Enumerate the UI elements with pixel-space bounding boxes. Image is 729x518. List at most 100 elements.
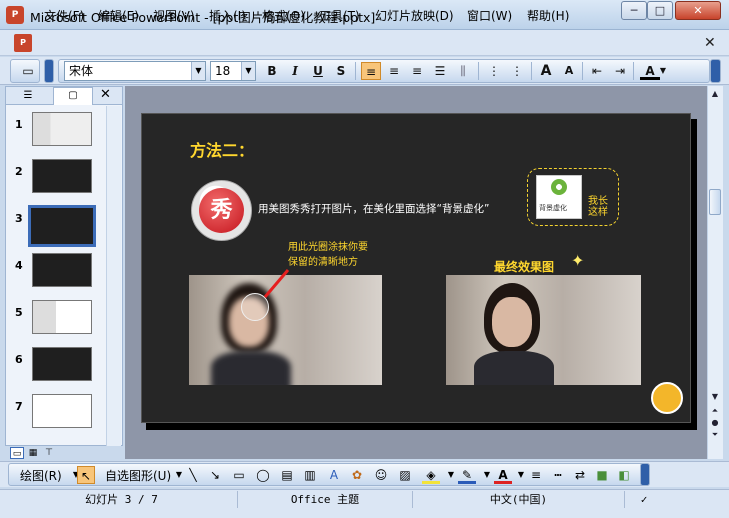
vertical-scrollbar[interactable] (707, 86, 723, 459)
menu-edit[interactable]: 编辑(E) (98, 7, 139, 24)
align-left-icon[interactable]: ≡ (361, 62, 381, 80)
align-center-icon[interactable]: ≡ (384, 62, 404, 80)
clipart-icon[interactable]: ☺ (372, 466, 390, 484)
shadow-style-icon[interactable]: ■ (593, 466, 611, 484)
instruction-text: 用美图秀秀打开图片，在美化里面选择“背景虚化” (258, 203, 490, 215)
font-size-select[interactable]: 18 ▼ (210, 61, 256, 81)
slide-thumbnail-7[interactable] (32, 394, 92, 428)
scroll-up-icon[interactable]: ▲ (709, 89, 721, 98)
chevron-down-icon[interactable]: ▼ (658, 62, 668, 80)
bold-button[interactable]: B (262, 62, 282, 80)
document-icon[interactable]: P (14, 34, 32, 52)
next-slide-icon[interactable]: ⏷ (709, 430, 721, 440)
menu-help[interactable]: 帮助(H) (527, 7, 569, 24)
bullets-icon[interactable]: ⋮ (507, 62, 527, 80)
powerpoint-app-icon[interactable]: P (6, 6, 24, 24)
previous-slide-icon[interactable]: ⏶ (709, 406, 721, 416)
dash-style-icon[interactable]: ┅ (549, 466, 567, 484)
vertical-textbox-icon[interactable]: ▥ (301, 466, 319, 484)
slide-thumbnail-5[interactable] (32, 300, 92, 334)
rectangle-tool-icon[interactable]: ▭ (230, 466, 248, 484)
slide-thumbnail-2[interactable] (32, 159, 92, 193)
close-panel-icon[interactable]: ✕ (100, 87, 111, 102)
slides-tab-icon[interactable]: ▢ (53, 87, 93, 105)
line-style-icon[interactable]: ≡ (527, 466, 545, 484)
spellcheck-icon[interactable]: ✓ (630, 491, 658, 508)
panel-scrollbar[interactable] (106, 106, 121, 446)
scroll-down-icon[interactable]: ▼ (709, 392, 721, 401)
theme-status: Office 主题 (238, 491, 413, 508)
distribute-icon[interactable]: ☰ (430, 62, 450, 80)
slide-title: 方法二： (190, 141, 255, 160)
text-color-icon[interactable]: A (494, 466, 512, 484)
brush-note-line1: 用此光圈涂抹你要 (288, 242, 368, 253)
outline-tab-icon[interactable]: ☰ (10, 88, 46, 104)
slide-number: 5 (15, 306, 23, 319)
toolbar-separator (478, 62, 479, 80)
chevron-down-icon[interactable]: ▼ (191, 62, 205, 80)
chevron-down-icon[interactable]: ▼ (241, 62, 255, 80)
select-pointer-icon[interactable]: ↖ (77, 466, 95, 484)
3d-style-icon[interactable]: ◧ (615, 466, 633, 484)
menu-bar (0, 30, 729, 56)
font-name-select[interactable]: 宋体 ▼ (64, 61, 206, 81)
toolbar-grip[interactable] (44, 59, 54, 83)
minimize-button[interactable]: ─ (621, 1, 647, 20)
close-window-button[interactable]: ✕ (675, 1, 721, 20)
menu-view[interactable]: 视图(V) (153, 7, 195, 24)
blur-glyph-icon (551, 179, 567, 195)
toolbar-overflow-button[interactable] (710, 59, 721, 83)
slide-number: 3 (15, 212, 23, 225)
fill-color-icon[interactable]: ◈ (422, 466, 440, 484)
shadow-button[interactable]: S (331, 62, 351, 80)
decrease-indent-icon[interactable]: ⇤ (587, 62, 607, 80)
toolbar-separator (355, 62, 356, 80)
sparkle-icon: ✦ (571, 251, 585, 270)
new-document-icon[interactable]: ▭ (18, 62, 38, 80)
line-tool-icon[interactable]: ╲ (184, 466, 202, 484)
numbering-icon[interactable]: ⋮ (484, 62, 504, 80)
grow-font-button[interactable]: A (536, 62, 556, 80)
slide-position-status: 幻灯片 3 / 7 (6, 491, 238, 508)
diagram-icon[interactable]: ✿ (348, 466, 366, 484)
arrow-tool-icon[interactable]: ↘ (206, 466, 224, 484)
underline-button[interactable]: U (308, 62, 328, 80)
menu-insert[interactable]: 插入(I) (209, 7, 246, 24)
textbox-tool-icon[interactable]: ▤ (278, 466, 296, 484)
slide-thumbnail-1[interactable] (32, 112, 92, 146)
slide-thumbnail-6[interactable] (32, 347, 92, 381)
font-color-button[interactable]: A (640, 62, 660, 80)
slideshow-view-icon[interactable]: ⊤ (42, 447, 56, 459)
slide-thumbnail-3-selected[interactable] (28, 205, 96, 247)
menu-file[interactable]: 文件(F) (44, 7, 84, 24)
align-right-icon[interactable]: ≡ (407, 62, 427, 80)
slide-thumbnail-4[interactable] (32, 253, 92, 287)
draw-menu-button[interactable]: 绘图(R) (20, 467, 62, 484)
italic-button[interactable]: I (285, 62, 305, 80)
autoshapes-button[interactable]: 自选图形(U) (105, 467, 171, 484)
slide-sorter-icon[interactable]: ▦ (26, 447, 40, 459)
brush-note: 用此光圈涂抹你要 保留的清晰地方 (288, 240, 368, 270)
select-object-icon[interactable]: ● (709, 418, 721, 427)
avatar-icon (651, 382, 683, 414)
menu-format[interactable]: 格式(O) (262, 7, 305, 24)
drawing-overflow-button[interactable] (640, 463, 650, 486)
scroll-thumb[interactable] (709, 189, 721, 215)
wordart-icon[interactable]: A (325, 466, 343, 484)
oval-tool-icon[interactable]: ◯ (254, 466, 272, 484)
line-color-icon[interactable]: ✎ (458, 466, 476, 484)
columns-icon[interactable]: ⫼ (453, 62, 473, 80)
callout-text: 我长这样 (588, 196, 608, 218)
language-status: 中文(中国) (413, 491, 625, 508)
close-document-icon[interactable]: ✕ (704, 35, 716, 51)
shrink-font-button[interactable]: A (559, 62, 579, 80)
maximize-button[interactable]: □ (647, 1, 673, 20)
toolbar-separator (633, 62, 634, 80)
picture-icon[interactable]: ▨ (396, 466, 414, 484)
arrow-style-icon[interactable]: ⇄ (571, 466, 589, 484)
menu-tools[interactable]: 工具(T) (319, 7, 360, 24)
menu-window[interactable]: 窗口(W) (467, 7, 512, 24)
normal-view-icon[interactable]: ▭ (10, 447, 24, 459)
increase-indent-icon[interactable]: ⇥ (610, 62, 630, 80)
menu-slideshow[interactable]: 幻灯片放映(D) (375, 7, 454, 24)
